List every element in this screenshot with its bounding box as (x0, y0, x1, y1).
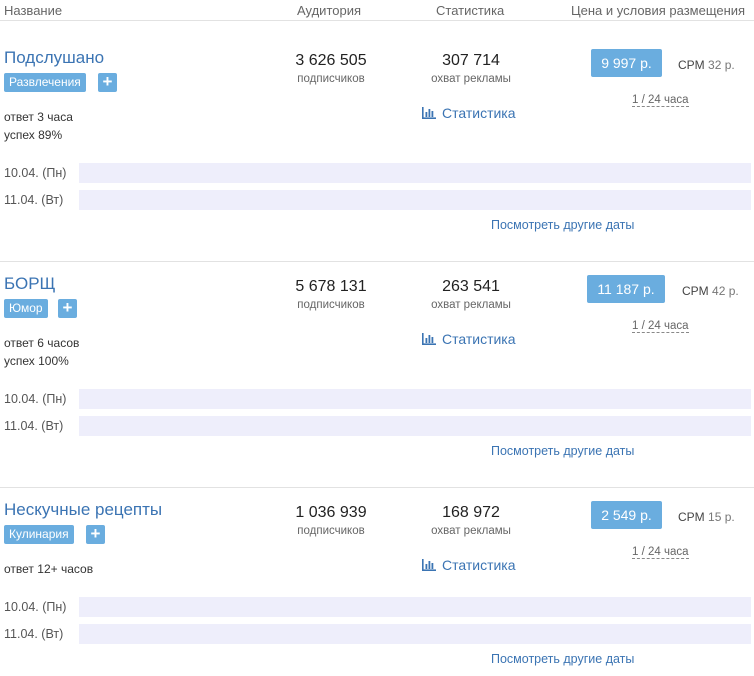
plus-icon[interactable]: + (86, 525, 105, 544)
plus-icon[interactable]: + (58, 299, 77, 318)
cpm-value: CPM 15 р. (678, 510, 735, 524)
placement-terms[interactable]: 1 / 24 часа (632, 320, 689, 333)
table-header: Название Аудитория Статистика Цена и усл… (0, 0, 754, 21)
plus-icon[interactable]: + (98, 73, 117, 92)
stats-link[interactable]: Статистика (422, 331, 516, 347)
col-header-audience: Аудитория (297, 3, 362, 18)
price-button[interactable]: 11 187 р. (587, 275, 665, 303)
date-slot-bar[interactable] (79, 190, 751, 210)
subscribers-count: 1 036 939 (295, 504, 367, 521)
date-label: 10.04. (Пн) (4, 166, 67, 180)
category-tag[interactable]: Юмор (4, 299, 48, 318)
price-button[interactable]: 9 997 р. (591, 49, 662, 77)
date-slot-bar[interactable] (79, 416, 751, 436)
category-tag[interactable]: Развлечения (4, 73, 86, 92)
reply-time: ответ 3 часа (4, 110, 73, 124)
date-label: 10.04. (Пн) (4, 392, 67, 406)
price-button[interactable]: 2 549 р. (591, 501, 662, 529)
community-name[interactable]: БОРЩ (4, 274, 55, 294)
reply-time: ответ 12+ часов (4, 562, 94, 576)
success-rate: успех 100% (4, 354, 69, 368)
cpm-value: CPM 32 р. (678, 58, 735, 72)
ad-reach-count: 307 714 (442, 52, 500, 69)
stats-link[interactable]: Статистика (422, 105, 516, 121)
date-label: 11.04. (Вт) (4, 627, 64, 641)
date-slot-bar[interactable] (79, 389, 751, 409)
date-label: 11.04. (Вт) (4, 193, 64, 207)
subscribers-label: подписчиков (297, 73, 365, 85)
ad-reach-label: охват рекламы (431, 73, 511, 85)
date-slot-bar[interactable] (79, 163, 751, 183)
subscribers-label: подписчиков (297, 299, 365, 311)
category-tag[interactable]: Кулинария (4, 525, 74, 544)
cpm-value: CPM 42 р. (682, 284, 739, 298)
row-divider (0, 261, 754, 262)
col-header-stats: Статистика (436, 3, 505, 18)
more-dates-link[interactable]: Посмотреть другие даты (491, 652, 634, 666)
col-header-name: Название (4, 3, 63, 18)
subscribers-label: подписчиков (297, 525, 365, 537)
col-header-price: Цена и условия размещения (571, 3, 746, 18)
bar-chart-icon (422, 107, 436, 119)
date-slot-bar[interactable] (79, 624, 751, 644)
community-name[interactable]: Подслушано (4, 48, 104, 68)
placement-terms[interactable]: 1 / 24 часа (632, 546, 689, 559)
ad-reach-label: охват рекламы (431, 525, 511, 537)
reply-time: ответ 6 часов (4, 336, 80, 350)
date-label: 10.04. (Пн) (4, 600, 67, 614)
subscribers-count: 5 678 131 (295, 278, 367, 295)
more-dates-link[interactable]: Посмотреть другие даты (491, 444, 634, 458)
row-divider (0, 487, 754, 488)
stats-link[interactable]: Статистика (422, 557, 516, 573)
success-rate: успех 89% (4, 128, 63, 142)
ad-reach-count: 263 541 (442, 278, 500, 295)
community-name[interactable]: Нескучные рецепты (4, 500, 162, 520)
date-slot-bar[interactable] (79, 597, 751, 617)
ad-reach-count: 168 972 (442, 504, 500, 521)
more-dates-link[interactable]: Посмотреть другие даты (491, 218, 634, 232)
bar-chart-icon (422, 333, 436, 345)
subscribers-count: 3 626 505 (295, 52, 367, 69)
bar-chart-icon (422, 559, 436, 571)
date-label: 11.04. (Вт) (4, 419, 64, 433)
placement-terms[interactable]: 1 / 24 часа (632, 94, 689, 107)
ad-reach-label: охват рекламы (431, 299, 511, 311)
